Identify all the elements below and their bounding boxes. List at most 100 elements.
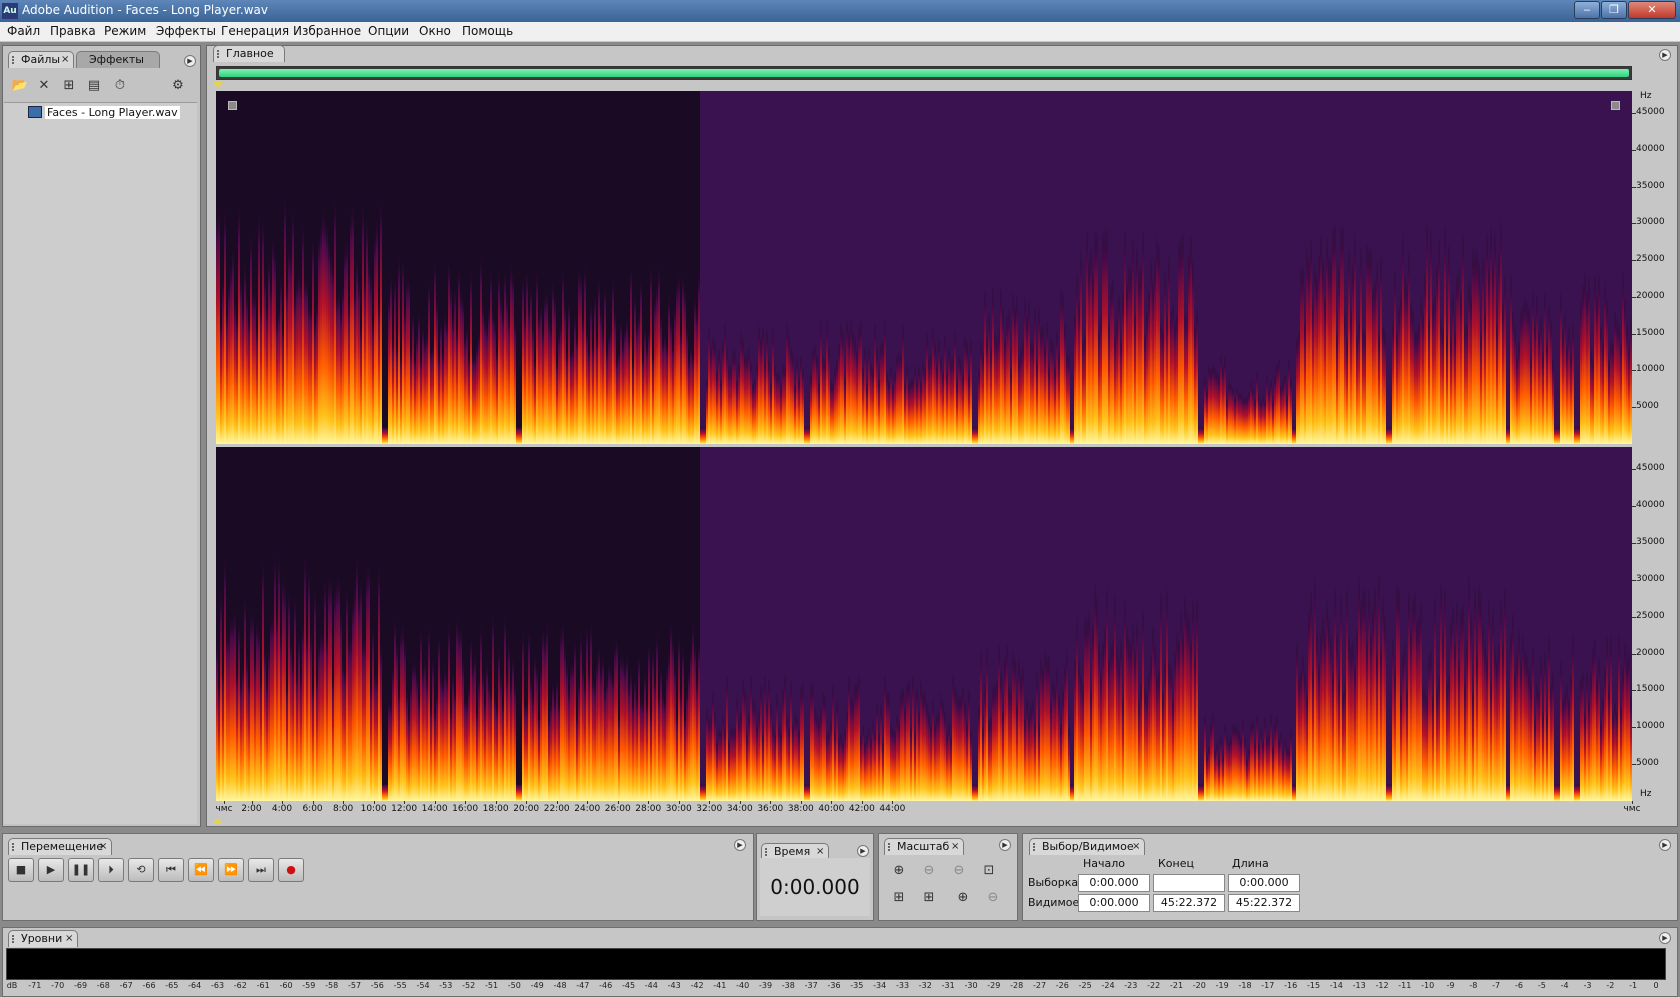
- tab-main[interactable]: Главное: [213, 45, 285, 62]
- spectrogram-right-channel[interactable]: [216, 447, 1632, 801]
- play-button[interactable]: ▶: [38, 858, 64, 882]
- tab-levels[interactable]: Уровни ×: [8, 930, 78, 947]
- tab-transport[interactable]: Перемещение ×: [8, 838, 112, 855]
- close-button[interactable]: ✕: [1628, 1, 1676, 19]
- panel-menu-icon[interactable]: ▶: [1659, 932, 1671, 944]
- menu-options[interactable]: Опции: [368, 24, 409, 38]
- zoom-out-vertical-icon[interactable]: ⊖: [982, 888, 1004, 908]
- minimize-button[interactable]: ‒: [1574, 1, 1600, 19]
- freq-unit-label: Hz: [1640, 91, 1652, 101]
- record-button[interactable]: ●: [278, 858, 304, 882]
- menu-file[interactable]: Файл: [7, 24, 40, 38]
- db-tick-label: -43: [667, 981, 681, 990]
- tab-zoom[interactable]: Масштаб ×: [884, 838, 964, 855]
- zoom-left-edge-icon[interactable]: ⊞: [888, 888, 910, 908]
- go-to-start-button[interactable]: ⏮: [158, 858, 184, 882]
- go-to-end-icon: ⏭: [256, 863, 266, 876]
- close-icon[interactable]: ×: [951, 839, 959, 854]
- panel-menu-icon[interactable]: ▶: [857, 845, 869, 857]
- db-tick-label: -64: [188, 981, 202, 990]
- menu-window[interactable]: Окно: [419, 24, 451, 38]
- close-icon[interactable]: ×: [1132, 839, 1140, 854]
- time-tick: [648, 801, 650, 804]
- file-item[interactable]: Faces - Long Player.wav: [28, 106, 180, 122]
- menu-mode[interactable]: Режим: [104, 24, 146, 38]
- files-list: Faces - Long Player.wav: [4, 102, 197, 824]
- rewind-button[interactable]: ⏪: [188, 858, 214, 882]
- tab-effects[interactable]: Эффекты: [76, 51, 160, 68]
- panel-menu-icon[interactable]: ▶: [184, 55, 196, 67]
- insert-multitrack-icon[interactable]: ⊞: [59, 77, 79, 95]
- zoom-out-full-icon[interactable]: ⊖: [948, 861, 970, 881]
- selection-end-field[interactable]: [1153, 874, 1225, 892]
- db-tick-label: -32: [918, 981, 932, 990]
- close-icon[interactable]: ×: [61, 52, 69, 67]
- panel-menu-icon[interactable]: ▶: [734, 839, 746, 851]
- menu-edit[interactable]: Правка: [50, 24, 96, 38]
- db-tick-label: -10: [1421, 981, 1435, 990]
- go-to-end-button[interactable]: ⏭: [248, 858, 274, 882]
- open-file-icon[interactable]: 📂: [10, 77, 30, 95]
- autoplay-icon[interactable]: ⏱: [110, 77, 130, 95]
- freq-tick: [1632, 579, 1636, 581]
- stop-button[interactable]: ■: [8, 858, 34, 882]
- view-options-icon[interactable]: ⚙: [168, 77, 188, 95]
- freq-tick-label: 20000: [1636, 647, 1665, 658]
- time-tick: [465, 801, 467, 804]
- zoom-out-horizontal-icon[interactable]: ⊖: [918, 861, 940, 881]
- db-tick-label: -35: [850, 981, 864, 990]
- tab-main-label: Главное: [226, 47, 274, 60]
- fast-forward-button[interactable]: ⏩: [218, 858, 244, 882]
- db-tick-label: dB: [6, 981, 18, 990]
- menu-effects[interactable]: Эффекты: [156, 24, 216, 38]
- tab-selection-view[interactable]: Выбор/Видимое ×: [1029, 838, 1145, 855]
- header-end: Конец: [1158, 857, 1194, 870]
- selection-start-field[interactable]: 0:00.000: [1078, 874, 1150, 892]
- panel-menu-icon[interactable]: ▶: [1659, 49, 1671, 61]
- close-icon[interactable]: ×: [816, 844, 824, 859]
- db-tick-label: -4: [1560, 981, 1569, 990]
- menu-generate[interactable]: Генерация: [221, 24, 289, 38]
- freq-tick-label: 5000: [1636, 401, 1659, 412]
- view-end-field[interactable]: 45:22.372: [1153, 894, 1225, 912]
- close-icon[interactable]: ×: [99, 839, 107, 854]
- time-tick: [892, 801, 894, 804]
- rewind-icon: ⏪: [194, 863, 208, 876]
- panel-menu-icon[interactable]: ▶: [999, 839, 1011, 851]
- play-loop-button[interactable]: ⏵: [98, 858, 124, 882]
- freq-tick-label: 20000: [1636, 290, 1665, 301]
- playhead-marker-bottom[interactable]: [213, 818, 223, 824]
- panel-menu-icon[interactable]: ▶: [1659, 839, 1671, 851]
- time-tick-label: 26:00: [604, 804, 631, 814]
- tab-files[interactable]: Файлы ×: [8, 51, 74, 68]
- zoom-in-horizontal-icon[interactable]: ⊕: [888, 861, 910, 881]
- zoom-corner-icon[interactable]: [228, 101, 237, 110]
- maximize-button[interactable]: ❐: [1601, 1, 1627, 19]
- overview-bar[interactable]: [216, 66, 1632, 80]
- menu-favorites[interactable]: Избранное: [293, 24, 361, 38]
- freq-tick: [1632, 469, 1636, 471]
- time-tick-label: 32:00: [696, 804, 723, 814]
- zoom-corner-icon[interactable]: [1611, 101, 1620, 110]
- freq-tick-label: 25000: [1636, 610, 1665, 621]
- db-tick-label: -22: [1147, 981, 1161, 990]
- zoom-right-edge-icon[interactable]: ⊞: [918, 888, 940, 908]
- view-length-field[interactable]: 45:22.372: [1228, 894, 1300, 912]
- db-tick-label: -48: [553, 981, 567, 990]
- zoom-to-selection-icon[interactable]: ⊡: [978, 861, 1000, 881]
- spectrogram-left-channel[interactable]: [216, 91, 1632, 444]
- view-start-field[interactable]: 0:00.000: [1078, 894, 1150, 912]
- pause-button[interactable]: ❚❚: [68, 858, 94, 882]
- zoom-in-vertical-icon[interactable]: ⊕: [952, 888, 974, 908]
- playhead-marker-top[interactable]: [213, 82, 223, 88]
- insert-cd-icon[interactable]: ▤: [84, 77, 104, 95]
- close-file-icon[interactable]: ✕: [34, 77, 54, 95]
- selection-length-field[interactable]: 0:00.000: [1228, 874, 1300, 892]
- db-tick-label: -21: [1169, 981, 1184, 990]
- menu-help[interactable]: Помощь: [462, 24, 513, 38]
- close-icon[interactable]: ×: [65, 931, 73, 946]
- time-tick: [556, 801, 558, 804]
- levels-meter: [6, 948, 1666, 980]
- loop-button[interactable]: ⟲: [128, 858, 154, 882]
- time-ruler[interactable]: чмс 2:00 4:00 6:00 8:00 10:00 12:00 14:00 16:00 1…: [215, 801, 1672, 819]
